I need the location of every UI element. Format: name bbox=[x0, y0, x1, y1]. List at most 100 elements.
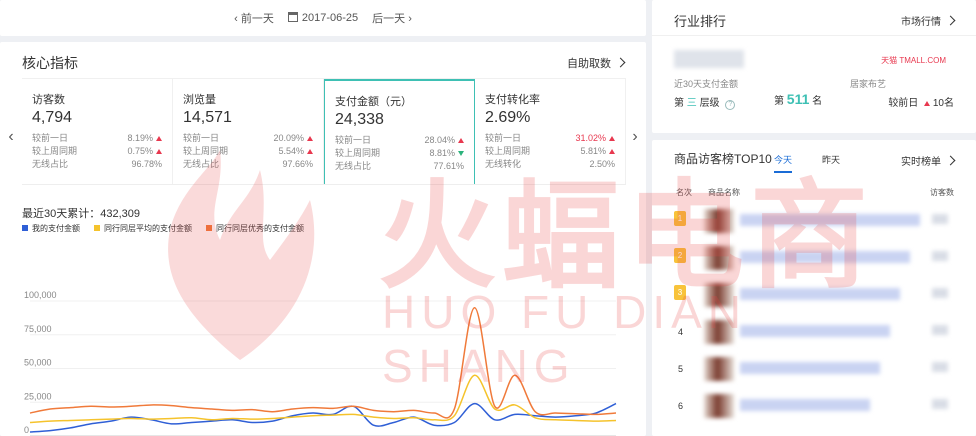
table-row[interactable]: 2 bbox=[652, 243, 976, 273]
up-arrow-icon bbox=[609, 136, 615, 141]
next-day-link[interactable]: 后一天 › bbox=[372, 10, 412, 26]
up-arrow-icon bbox=[458, 138, 464, 143]
compare-value: 8.19% bbox=[127, 133, 153, 143]
metric-compare-row: 无线占比 97.66% bbox=[183, 158, 313, 171]
up-arrow-icon bbox=[156, 136, 162, 141]
table-row[interactable]: 1 bbox=[652, 206, 976, 236]
metrics-next-arrow[interactable]: › bbox=[630, 128, 640, 148]
metric-compare-row: 无线转化 2.50% bbox=[485, 158, 615, 171]
product-thumbnail bbox=[704, 357, 734, 381]
rank-badge: 1 bbox=[674, 211, 686, 226]
rank-number: 5 bbox=[678, 364, 684, 374]
compare-value-wrap: 2.50% bbox=[589, 158, 615, 171]
metric-compare-row: 较前一日 31.02% bbox=[485, 132, 615, 145]
legend-item[interactable]: 同行同层平均的支付金额 bbox=[94, 223, 192, 234]
rank-badge: 2 bbox=[674, 248, 686, 263]
metric-compare-row: 无线占比 77.61% bbox=[335, 160, 464, 173]
payment-trend-chart: 025,00050,00075,000100,00005-2705-3006-0… bbox=[24, 290, 617, 436]
tier-prefix: 第 bbox=[674, 98, 684, 109]
product-thumbnail bbox=[704, 246, 734, 270]
rank-number: 511 bbox=[786, 91, 810, 107]
y-tick-label: 0 bbox=[24, 425, 29, 435]
chevron-right-icon bbox=[945, 155, 956, 166]
metrics-prev-arrow[interactable]: ‹ bbox=[6, 128, 16, 148]
compare-label: 较上周同期 bbox=[32, 146, 78, 156]
table-row[interactable]: 6 bbox=[652, 391, 976, 421]
metric-compare-row: 较上周同期 5.54% bbox=[183, 145, 313, 158]
self-service-data-link[interactable]: 自助取数 bbox=[567, 55, 626, 71]
table-row[interactable]: 3 bbox=[652, 280, 976, 310]
product-name-blurred bbox=[740, 399, 870, 411]
legend-item[interactable]: 我的支付金额 bbox=[22, 223, 80, 234]
metric-card[interactable]: 访客数 4,794 较前一日 8.19% 较上周同期 0.75% 无线占比 96… bbox=[22, 79, 173, 184]
metric-label: 支付金额（元） bbox=[335, 96, 412, 108]
metric-label: 浏览量 bbox=[183, 94, 216, 106]
date-navigator: ‹ 前一天 2017-06-25 后一天 › bbox=[0, 0, 646, 36]
table-row[interactable]: 5 bbox=[652, 354, 976, 384]
prev-day-link[interactable]: ‹ 前一天 bbox=[234, 10, 274, 26]
product-name-blurred bbox=[740, 251, 910, 263]
rank-badge: 3 bbox=[674, 285, 686, 300]
rank-category: 居家布艺 bbox=[850, 79, 887, 89]
legend-label: 我的支付金额 bbox=[32, 224, 80, 233]
thirty-day-total: 最近30天累计：432,309 bbox=[22, 208, 140, 220]
rank-change: 较前日 10名 bbox=[888, 94, 954, 109]
compare-label: 较前一日 bbox=[485, 133, 522, 143]
legend-label: 同行同层平均的支付金额 bbox=[104, 224, 192, 233]
tab-yesterday[interactable]: 昨天 bbox=[822, 153, 840, 166]
visitor-count-blurred bbox=[932, 288, 948, 298]
up-arrow-icon bbox=[307, 149, 313, 154]
up-arrow-icon bbox=[156, 149, 162, 154]
product-thumbnail bbox=[704, 320, 734, 344]
product-name-blurred bbox=[740, 325, 890, 337]
top10-title: 商品访客榜TOP10 bbox=[674, 152, 772, 166]
metric-value: 24,338 bbox=[335, 111, 384, 128]
down-arrow-icon bbox=[458, 151, 464, 156]
compare-label: 无线占比 bbox=[32, 159, 69, 169]
rank-suffix: 名 bbox=[812, 96, 823, 107]
rank-number: 4 bbox=[678, 327, 684, 337]
series-line-2 bbox=[29, 306, 617, 419]
compare-value-wrap: 20.09% bbox=[273, 132, 313, 145]
prev-day-label: 前一天 bbox=[240, 13, 274, 25]
compare-value: 77.61% bbox=[433, 161, 464, 171]
compare-label: 较上周同期 bbox=[485, 146, 531, 156]
compare-value-wrap: 28.04% bbox=[424, 134, 464, 147]
tab-today[interactable]: 今天 bbox=[774, 153, 793, 173]
compare-value-wrap: 8.81% bbox=[429, 147, 464, 160]
core-metrics-title: 核心指标 bbox=[22, 55, 78, 71]
shop-name-blurred bbox=[674, 50, 744, 68]
legend-item[interactable]: 同行同层优秀的支付金额 bbox=[206, 223, 304, 234]
legend-swatch bbox=[22, 225, 28, 231]
rank-number: 6 bbox=[678, 401, 684, 411]
table-row[interactable]: 4 bbox=[652, 317, 976, 347]
compare-value: 0.75% bbox=[127, 146, 153, 156]
y-tick-label: 100,000 bbox=[24, 290, 57, 300]
rank-change-label: 较前日 bbox=[888, 98, 919, 109]
compare-value: 8.81% bbox=[429, 148, 455, 158]
compare-label: 较上周同期 bbox=[335, 148, 381, 158]
metric-label: 支付转化率 bbox=[485, 94, 540, 106]
compare-value: 5.81% bbox=[580, 146, 606, 156]
compare-value: 2.50% bbox=[589, 159, 615, 169]
metric-card[interactable]: 支付金额（元） 24,338 较前一日 28.04% 较上周同期 8.81% 无… bbox=[324, 79, 475, 184]
col-name-header: 商品名称 bbox=[708, 188, 740, 197]
market-trends-link[interactable]: 市场行情 bbox=[901, 13, 956, 28]
help-icon[interactable]: ? bbox=[725, 100, 736, 110]
rank-subtitle: 近30天支付金额 bbox=[674, 79, 739, 89]
rank-prefix: 第 bbox=[774, 96, 784, 107]
realtime-ranking-link[interactable]: 实时榜单 bbox=[901, 153, 956, 168]
visitor-count-blurred bbox=[932, 214, 948, 224]
product-thumbnail bbox=[704, 283, 734, 307]
compare-value-wrap: 5.54% bbox=[278, 145, 313, 158]
y-tick-label: 50,000 bbox=[24, 358, 52, 368]
product-name-blurred bbox=[740, 288, 900, 300]
industry-rank-card: 行业排行 市场行情 天猫 TMALL.COM 近30天支付金额 居家布艺 第 三… bbox=[652, 0, 976, 133]
date-picker[interactable]: 2017-06-25 bbox=[287, 12, 358, 24]
top10-visitors-card: 商品访客榜TOP10 今天 昨天 实时榜单 名次 商品名称 访客数 1 2 3 4 5 6 bbox=[652, 140, 976, 436]
up-arrow-icon bbox=[307, 136, 313, 141]
compare-label: 无线转化 bbox=[485, 159, 522, 169]
metric-card[interactable]: 支付转化率 2.69% 较前一日 31.02% 较上周同期 5.81% 无线转化… bbox=[475, 79, 626, 184]
compare-value: 97.66% bbox=[282, 159, 313, 169]
metric-card[interactable]: 浏览量 14,571 较前一日 20.09% 较上周同期 5.54% 无线占比 … bbox=[173, 79, 324, 184]
